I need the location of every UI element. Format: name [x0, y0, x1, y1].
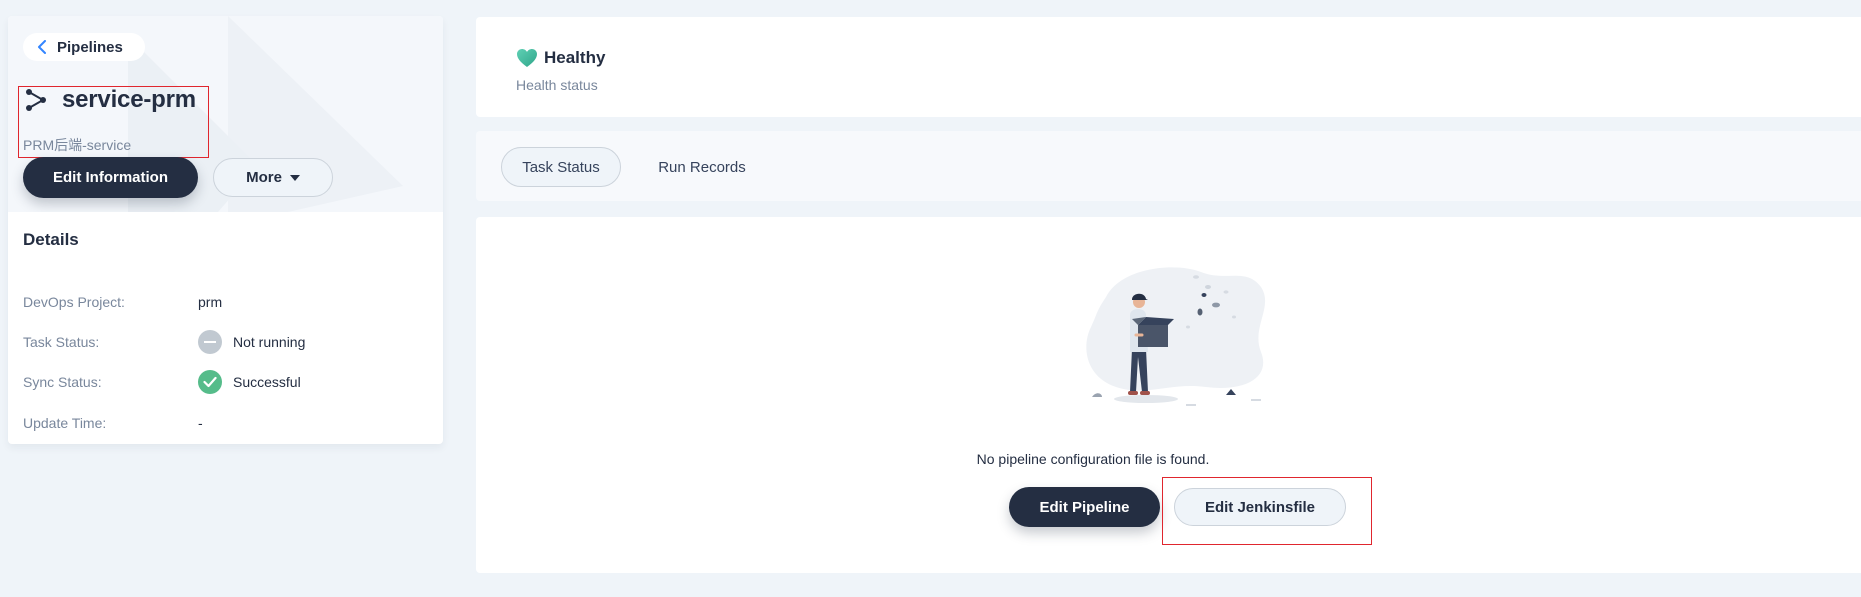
health-card: Healthy Health status [476, 17, 1861, 117]
detail-key: Update Time: [23, 415, 107, 431]
more-button[interactable]: More [213, 158, 333, 197]
back-label: Pipelines [57, 38, 123, 56]
health-status: Healthy [516, 48, 605, 68]
detail-value: Successful [233, 374, 301, 390]
tab-run-records[interactable]: Run Records [642, 147, 762, 187]
detail-value: - [198, 415, 203, 431]
empty-state-message: No pipeline configuration file is found. [976, 451, 1210, 467]
detail-key: Task Status: [23, 334, 100, 350]
highlight-box [1162, 477, 1372, 545]
detail-value: Not running [233, 334, 306, 350]
tabs-bar: Task Status Run Records [476, 131, 1861, 201]
chevron-left-icon [38, 40, 46, 54]
detail-key: DevOps Project: [23, 294, 125, 310]
check-circle-icon [198, 370, 222, 394]
edit-information-button[interactable]: Edit Information [23, 157, 198, 198]
heart-icon [517, 49, 537, 67]
health-status-label: Health status [516, 77, 598, 93]
health-status-value: Healthy [544, 48, 606, 67]
caret-down-icon [289, 174, 300, 181]
empty-box-illustration [1086, 267, 1266, 406]
detail-row-devops-project: DevOps Project: prm [23, 290, 423, 314]
back-to-pipelines-button[interactable]: Pipelines [23, 33, 145, 61]
detail-row-sync-status: Sync Status: Successful [23, 370, 423, 394]
pipeline-info-card: Pipelines service-prm PRM后端-service Edit… [8, 16, 443, 444]
highlight-box [18, 86, 209, 158]
tab-task-status[interactable]: Task Status [501, 147, 621, 187]
not-running-icon [198, 330, 222, 354]
more-label: More [246, 169, 282, 186]
detail-key: Sync Status: [23, 374, 102, 390]
detail-row-task-status: Task Status: Not running [23, 330, 423, 354]
pipeline-header: Pipelines service-prm PRM后端-service Edit… [8, 16, 443, 212]
details-heading: Details [23, 230, 79, 249]
detail-value: prm [198, 294, 223, 310]
edit-pipeline-button[interactable]: Edit Pipeline [1009, 487, 1160, 527]
task-status-panel: No pipeline configuration file is found.… [476, 217, 1861, 573]
detail-row-update-time: Update Time: - [23, 411, 423, 435]
